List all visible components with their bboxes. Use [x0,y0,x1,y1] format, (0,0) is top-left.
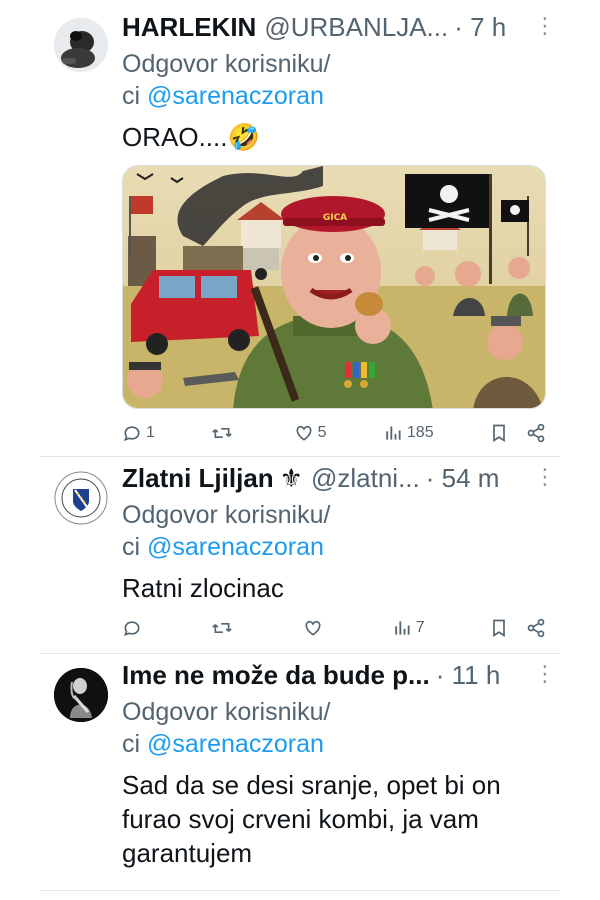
reply-button[interactable]: 1 [122,423,155,443]
tweet-text: Sad da se desi sranje, opet bi on furao … [122,770,501,868]
timestamp[interactable]: · 7 h [454,12,506,42]
timestamp[interactable]: · 54 m [426,463,500,493]
like-button[interactable] [303,618,327,638]
mention-link[interactable]: @sarenaczoran [147,533,324,561]
tweet-harlekin[interactable]: HARLEKIN @URBANLJA... · 7 h Odgovor kori… [40,0,560,456]
views-icon [395,621,410,635]
views-icon [386,426,401,440]
more-icon[interactable]: ⋮ [534,466,556,488]
bookmark-share-group [490,423,546,443]
like-icon [296,425,312,441]
more-icon[interactable]: ⋮ [534,15,556,37]
tweet-header: Zlatni Ljiljan ⚜ @zlatni... · 54 m [122,463,552,493]
timestamp[interactable]: · 11 h [436,660,501,690]
reply-icon [123,426,140,442]
like-icon [305,620,321,636]
avatar-zlatni-ljiljan[interactable] [54,471,108,525]
username[interactable]: @zlatni... [311,463,420,493]
bookmark-icon[interactable] [490,618,508,638]
bookmark-icon[interactable] [490,423,508,443]
retweet-button[interactable] [211,618,237,638]
tweet-ime-ne-moze[interactable]: Ime ne može da bude p... · 11 h Odgovor … [40,654,560,900]
tweet-text: Ratni zlocinac [122,573,284,603]
more-icon[interactable]: ⋮ [534,663,556,685]
retweet-button[interactable] [211,423,237,443]
bookmark-share-group [490,618,546,638]
tweet-image[interactable]: GICA [122,165,546,409]
display-name[interactable]: HARLEKIN [122,12,256,42]
views-button[interactable]: 185 [383,423,434,443]
reply-context: Odgovor korisniku/ ci @sarenaczoran [122,698,331,758]
retweet-icon [212,623,233,633]
tweet-header: Ime ne može da bude p... · 11 h [122,660,552,690]
reply-context: Odgovor korisniku/ ci @sarenaczoran [122,501,331,561]
share-icon[interactable] [526,618,546,638]
cap-label: GICA [323,213,347,223]
reply-context: Odgovor korisniku/ ci @sarenaczoran [122,50,331,110]
username[interactable]: @URBANLJA... [264,12,448,42]
reply-button[interactable] [122,618,146,638]
avatar-ime-ne-moze[interactable] [54,668,108,722]
avatar-harlekin[interactable] [54,18,108,72]
tweet-zlatni-ljiljan[interactable]: Zlatni Ljiljan ⚜ @zlatni... · 54 m Odgov… [40,457,560,653]
display-name[interactable]: Zlatni Ljiljan [122,463,274,493]
views-button[interactable]: 7 [392,618,425,638]
fleur-de-lis-icon: ⚜ [279,463,303,493]
retweet-icon [212,428,233,438]
mention-link[interactable]: @sarenaczoran [147,730,324,758]
display-name[interactable]: Ime ne može da bude p... [122,660,430,690]
tweet-actions: 7 [122,615,546,641]
divider [40,890,560,891]
like-button[interactable]: 5 [294,423,327,443]
reply-icon [123,621,140,637]
reply-thread: HARLEKIN @URBANLJA... · 7 h Odgovor kori… [40,0,560,900]
tweet-header: HARLEKIN @URBANLJA... · 7 h [122,12,552,42]
tweet-text: ORAO....🤣 [122,122,260,152]
mention-link[interactable]: @sarenaczoran [147,82,324,110]
tweet-actions: 1 5 185 [122,420,546,446]
share-icon[interactable] [526,423,546,443]
